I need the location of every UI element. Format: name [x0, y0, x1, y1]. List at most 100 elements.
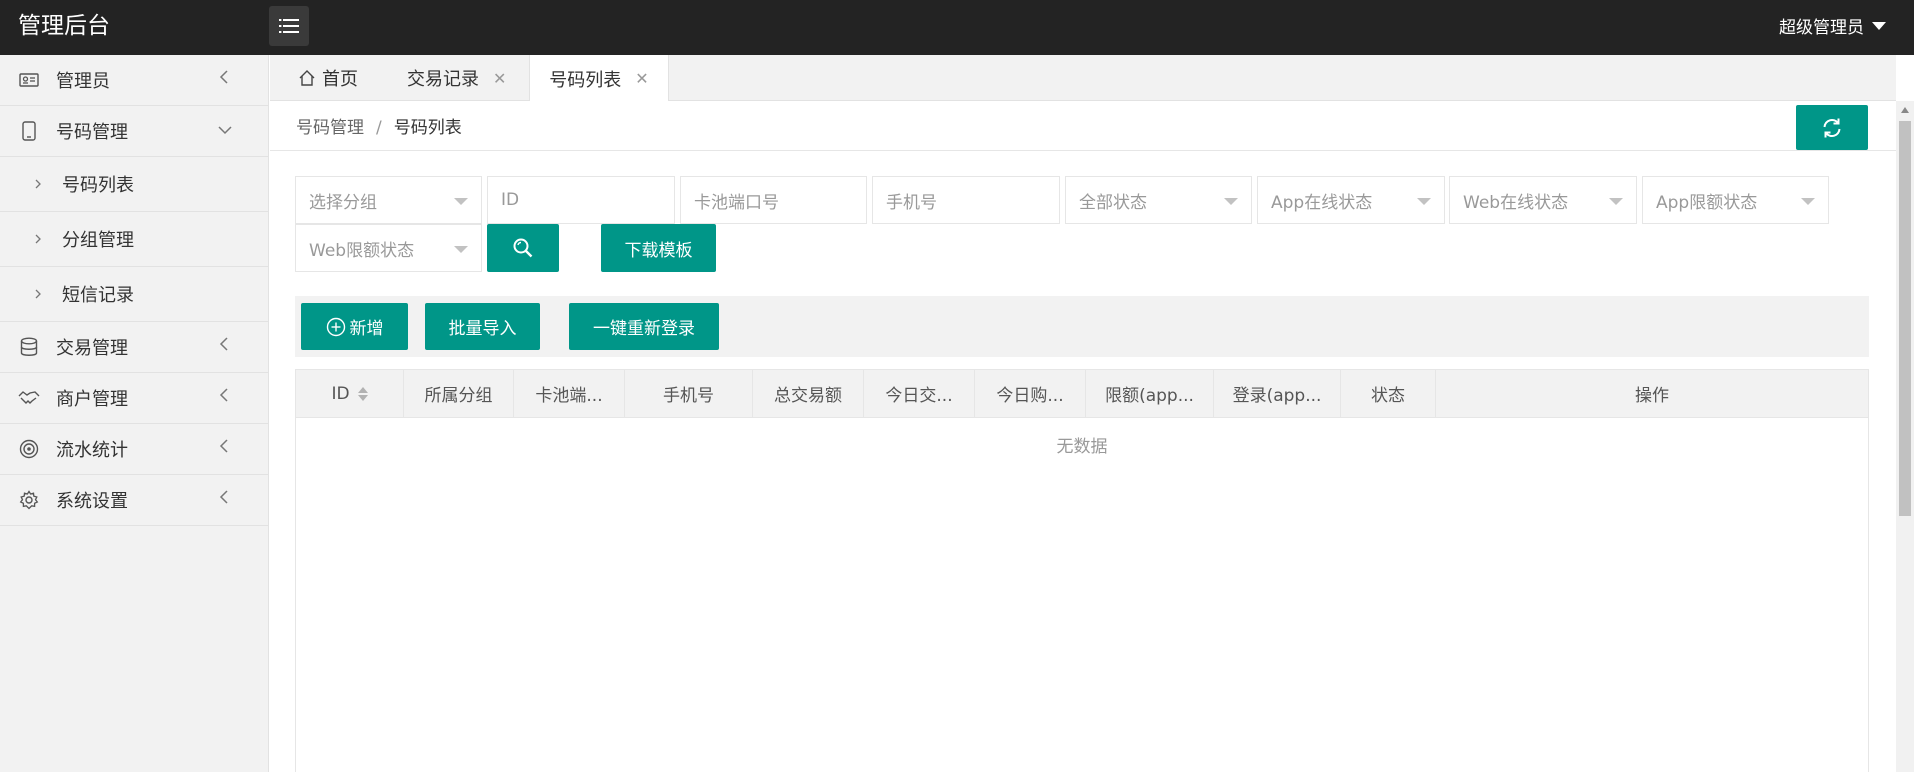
column-header-label: 登录(app...	[1232, 386, 1322, 406]
sidebar-item-merchant-mgmt[interactable]: 商户管理	[0, 373, 268, 424]
sidebar-item-label: 流水统计	[56, 440, 128, 461]
app-limit-value: App限额状态	[1656, 192, 1758, 213]
column-header-phone: 手机号	[625, 370, 753, 417]
column-header-label: 手机号	[663, 386, 714, 406]
column-header-login-app: 登录(app...	[1214, 370, 1341, 417]
target-icon	[18, 438, 40, 460]
dropdown-arrow-icon	[1801, 198, 1815, 205]
dropdown-arrow-icon	[1609, 198, 1623, 205]
tab-home[interactable]: 首页	[298, 55, 358, 101]
refresh-button[interactable]	[1796, 105, 1868, 150]
column-header-group: 所属分组	[404, 370, 514, 417]
column-header-label: 限额(app...	[1105, 386, 1194, 406]
column-header-status: 状态	[1341, 370, 1436, 417]
status-select-value: 全部状态	[1079, 192, 1147, 213]
gear-icon	[18, 489, 40, 511]
sidebar-item-sms-records[interactable]: 短信记录	[0, 267, 268, 322]
breadcrumb-bar: 号码管理 / 号码列表	[270, 101, 1896, 151]
sidebar-item-label: 商户管理	[56, 389, 128, 410]
chevron-left-icon	[219, 388, 228, 402]
app-logo: 管理后台	[18, 13, 110, 39]
tab-trade-records[interactable]: 交易记录 ✕	[407, 55, 506, 101]
chevron-left-icon	[219, 490, 228, 504]
home-icon	[299, 70, 315, 86]
web-limit-select[interactable]: Web限额状态	[295, 224, 482, 272]
chevron-right-icon	[34, 233, 46, 245]
column-header-card-port: 卡池端...	[514, 370, 625, 417]
user-name: 超级管理员	[1779, 17, 1864, 38]
search-icon	[513, 238, 533, 258]
id-input-placeholder: ID	[501, 190, 520, 210]
dropdown-arrow-icon	[1417, 198, 1431, 205]
column-header-today-trade: 今日交...	[864, 370, 975, 417]
card-port-input[interactable]: 卡池端口号	[680, 176, 867, 224]
sort-icon[interactable]	[357, 386, 368, 401]
column-header-id[interactable]: ID	[296, 370, 404, 417]
close-icon[interactable]: ✕	[635, 69, 648, 88]
sidebar-item-label: 分组管理	[62, 230, 134, 251]
scrollbar[interactable]	[1896, 101, 1914, 772]
id-card-icon	[18, 69, 40, 91]
caret-down-icon	[1872, 21, 1886, 30]
menu-icon	[279, 19, 299, 33]
scroll-thumb[interactable]	[1899, 121, 1911, 516]
scroll-up-arrow-icon[interactable]	[1901, 107, 1909, 113]
search-button[interactable]	[487, 224, 559, 272]
breadcrumb-parent[interactable]: 号码管理	[296, 118, 364, 138]
group-select[interactable]: 选择分组	[295, 176, 482, 224]
column-header-limit-app: 限额(app...	[1086, 370, 1214, 417]
sidebar-item-label: 号码管理	[56, 122, 128, 143]
web-online-select[interactable]: Web在线状态	[1449, 176, 1637, 224]
user-menu[interactable]: 超级管理员	[1779, 0, 1886, 55]
add-button[interactable]: 新增	[301, 303, 408, 350]
refresh-icon	[1823, 118, 1841, 137]
close-icon[interactable]: ✕	[493, 69, 506, 88]
id-input[interactable]: ID	[487, 176, 675, 224]
button-label: 下载模板	[624, 240, 693, 261]
chevron-down-icon	[218, 126, 232, 135]
sidebar-item-label: 系统设置	[56, 491, 128, 512]
button-label: 批量导入	[448, 319, 517, 339]
menu-toggle-button[interactable]	[269, 6, 309, 46]
sidebar-item-label: 交易管理	[56, 338, 128, 359]
top-bar: 管理后台 超级管理员	[0, 0, 1914, 55]
number-table: ID 所属分组 卡池端... 手机号 总交易额 今日交... 今日购... 限额…	[295, 369, 1869, 772]
card-port-placeholder: 卡池端口号	[694, 192, 779, 213]
chevron-right-icon	[34, 178, 46, 190]
chevron-left-icon	[219, 439, 228, 453]
column-header-label: 所属分组	[424, 386, 493, 406]
phone-placeholder: 手机号	[886, 192, 937, 213]
sidebar-item-group-mgmt[interactable]: 分组管理	[0, 212, 268, 267]
add-circle-icon	[326, 317, 345, 336]
group-select-value: 选择分组	[309, 192, 377, 213]
app-online-select[interactable]: App在线状态	[1257, 176, 1445, 224]
sidebar-item-trade-mgmt[interactable]: 交易管理	[0, 322, 268, 373]
relogin-all-button[interactable]: 一键重新登录	[569, 303, 719, 350]
web-limit-value: Web限额状态	[309, 240, 415, 261]
table-header: ID 所属分组 卡池端... 手机号 总交易额 今日交... 今日购... 限额…	[296, 370, 1868, 418]
column-header-label: ID	[331, 383, 350, 404]
tab-label: 首页	[322, 69, 358, 90]
column-header-label: 操作	[1635, 386, 1669, 406]
sidebar-item-label: 号码列表	[62, 175, 134, 196]
batch-import-button[interactable]: 批量导入	[425, 303, 540, 350]
column-header-label: 状态	[1371, 386, 1405, 406]
column-header-label: 卡池端...	[535, 386, 603, 406]
tab-number-list[interactable]: 号码列表 ✕	[529, 55, 669, 102]
chevron-left-icon	[219, 337, 228, 351]
sidebar-item-number-list[interactable]: 号码列表	[0, 157, 268, 212]
sidebar-item-flow-stats[interactable]: 流水统计	[0, 424, 268, 475]
app-limit-select[interactable]: App限额状态	[1642, 176, 1829, 224]
button-label: 新增	[349, 319, 384, 339]
handshake-icon	[18, 387, 40, 409]
status-select[interactable]: 全部状态	[1065, 176, 1252, 224]
dropdown-arrow-icon	[454, 246, 468, 253]
phone-input[interactable]: 手机号	[872, 176, 1060, 224]
sidebar-item-system-settings[interactable]: 系统设置	[0, 475, 268, 526]
database-icon	[18, 336, 40, 358]
sidebar-item-admin[interactable]: 管理员	[0, 55, 268, 106]
sidebar-item-number-mgmt[interactable]: 号码管理	[0, 106, 268, 157]
breadcrumb-current: 号码列表	[393, 118, 462, 138]
sidebar-item-label: 管理员	[56, 71, 110, 92]
download-template-button[interactable]: 下载模板	[601, 224, 716, 272]
